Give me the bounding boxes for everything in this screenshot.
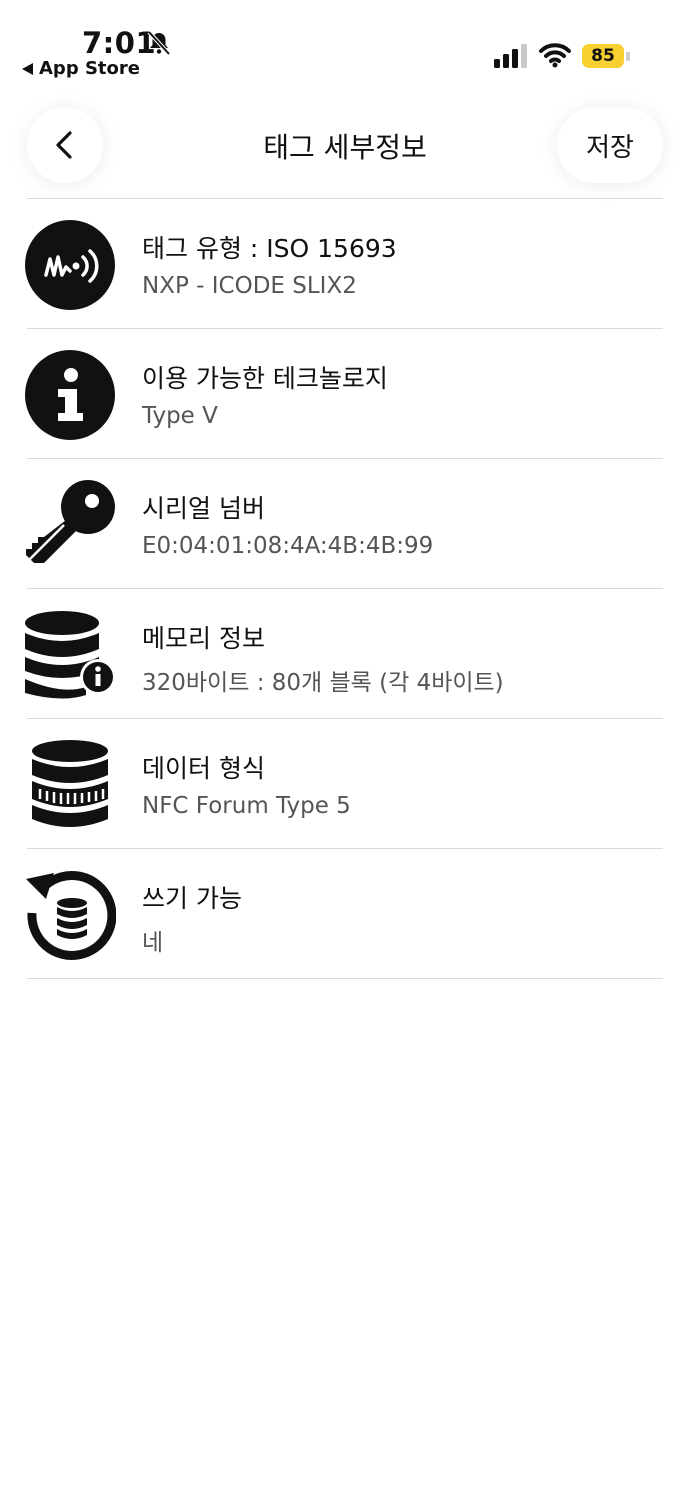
info-icon [25, 350, 115, 440]
list-item-serial-number: 시리얼 넘버 E0:04:01:08:4A:4B:4B:99 [0, 459, 690, 589]
battery-indicator: 85 [582, 43, 630, 69]
item-value: 네 [142, 930, 164, 956]
nfc-tag-icon [25, 220, 115, 310]
bell-muted-icon [147, 30, 171, 56]
list-item-writable: 쓰기 가능 네 [0, 849, 690, 979]
item-title: 데이터 형식 [142, 754, 265, 783]
database-format-icon [32, 740, 108, 827]
item-value: E0:04:01:08:4A:4B:4B:99 [142, 533, 434, 559]
item-value: 320바이트 : 80개 블록 (각 4바이트) [142, 670, 504, 696]
back-app-label: App Store [39, 58, 140, 79]
database-info-icon [25, 611, 116, 699]
item-title: 쓰기 가능 [142, 884, 242, 913]
wifi-icon [539, 43, 571, 68]
item-value: Type V [142, 403, 218, 429]
list-item-tag-type: 태그 유형 : ISO 15693 NXP - ICODE SLIX2 [0, 199, 690, 329]
navigation-bar: 태그 세부정보 저장 [0, 100, 690, 200]
item-title: 이용 가능한 테크놀로지 [142, 364, 388, 393]
item-value: NXP - ICODE SLIX2 [142, 273, 357, 299]
back-to-app-store[interactable]: App Store [22, 58, 140, 79]
item-title: 태그 유형 : ISO 15693 [142, 234, 397, 263]
item-value: NFC Forum Type 5 [142, 793, 351, 819]
tag-info-list: 태그 유형 : ISO 15693 NXP - ICODE SLIX2 이용 가… [0, 199, 690, 979]
status-bar: 7:01 App Store 85 [0, 0, 690, 90]
item-title: 메모리 정보 [142, 624, 265, 653]
list-item-technology: 이용 가능한 테크놀로지 Type V [0, 329, 690, 459]
row-divider [27, 978, 663, 979]
save-button[interactable]: 저장 [557, 107, 663, 183]
item-title: 시리얼 넘버 [142, 494, 265, 523]
cellular-signal-icon [494, 44, 527, 68]
battery-nub [626, 51, 630, 61]
list-item-memory-info: 메모리 정보 320바이트 : 80개 블록 (각 4바이트) [0, 589, 690, 719]
battery-level: 85 [582, 44, 624, 68]
back-triangle-icon [22, 62, 33, 75]
key-icon [26, 480, 115, 563]
database-rewrite-icon [26, 871, 116, 960]
list-item-data-format: 데이터 형식 NFC Forum Type 5 [0, 719, 690, 849]
